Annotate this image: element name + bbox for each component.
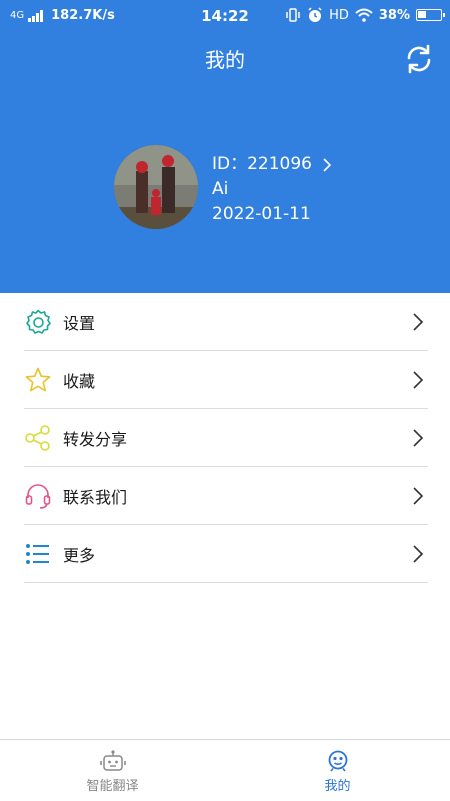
vibrate-icon [286, 8, 300, 22]
refresh-button[interactable] [402, 42, 436, 76]
tab-label: 我的 [324, 779, 351, 794]
header: 4G 182.7K/s 14:22 HD 38% 我的 ID：221096 Ai… [0, 0, 450, 293]
list-icon [24, 540, 52, 568]
menu-item-label: 转发分享 [63, 429, 128, 449]
gear-icon [24, 308, 52, 336]
menu-list: 设置 收藏 转发分享 联系我们 更多 [24, 293, 428, 583]
menu-item-settings[interactable]: 设置 [24, 293, 428, 351]
wifi-icon [355, 8, 373, 22]
menu-item-label: 更多 [63, 545, 96, 565]
refresh-icon [407, 44, 431, 74]
tab-mine[interactable]: 我的 [225, 740, 450, 801]
menu-item-label: 收藏 [63, 371, 96, 391]
profile-id-link[interactable]: ID：221096 [212, 152, 332, 177]
page-title: 我的 [205, 48, 245, 72]
chevron-right-icon [413, 487, 424, 505]
star-icon [24, 366, 52, 394]
headset-icon [24, 482, 52, 510]
avatar[interactable] [114, 145, 198, 229]
menu-item-label: 设置 [63, 313, 96, 333]
chevron-right-icon [413, 429, 424, 447]
battery-percent: 38% [378, 7, 410, 23]
menu-item-more[interactable]: 更多 [24, 525, 428, 583]
alarm-icon [308, 7, 322, 22]
hd-label: HD [329, 7, 349, 23]
chevron-right-icon [413, 313, 424, 331]
robot-icon [99, 750, 126, 771]
menu-item-favorites[interactable]: 收藏 [24, 351, 428, 409]
chevron-right-icon [413, 545, 424, 563]
smiley-icon [328, 750, 347, 772]
share-icon [24, 424, 52, 452]
menu-item-share[interactable]: 转发分享 [24, 409, 428, 467]
profile-name: Ai [212, 179, 229, 199]
bottom-tab-bar: 智能翻译 我的 [0, 739, 450, 801]
profile-date: 2022-01-11 [212, 204, 311, 224]
menu-item-label: 联系我们 [63, 487, 128, 507]
battery-icon [416, 9, 445, 21]
menu-item-contact[interactable]: 联系我们 [24, 467, 428, 525]
profile-id: ID：221096 [212, 154, 312, 174]
tab-label: 智能翻译 [86, 779, 139, 794]
chevron-right-icon [323, 157, 332, 172]
tab-smart-translate[interactable]: 智能翻译 [0, 740, 225, 801]
avatar-photo [114, 145, 198, 229]
chevron-right-icon [413, 371, 424, 389]
status-bar: 4G 182.7K/s 14:22 HD 38% [0, 0, 450, 32]
